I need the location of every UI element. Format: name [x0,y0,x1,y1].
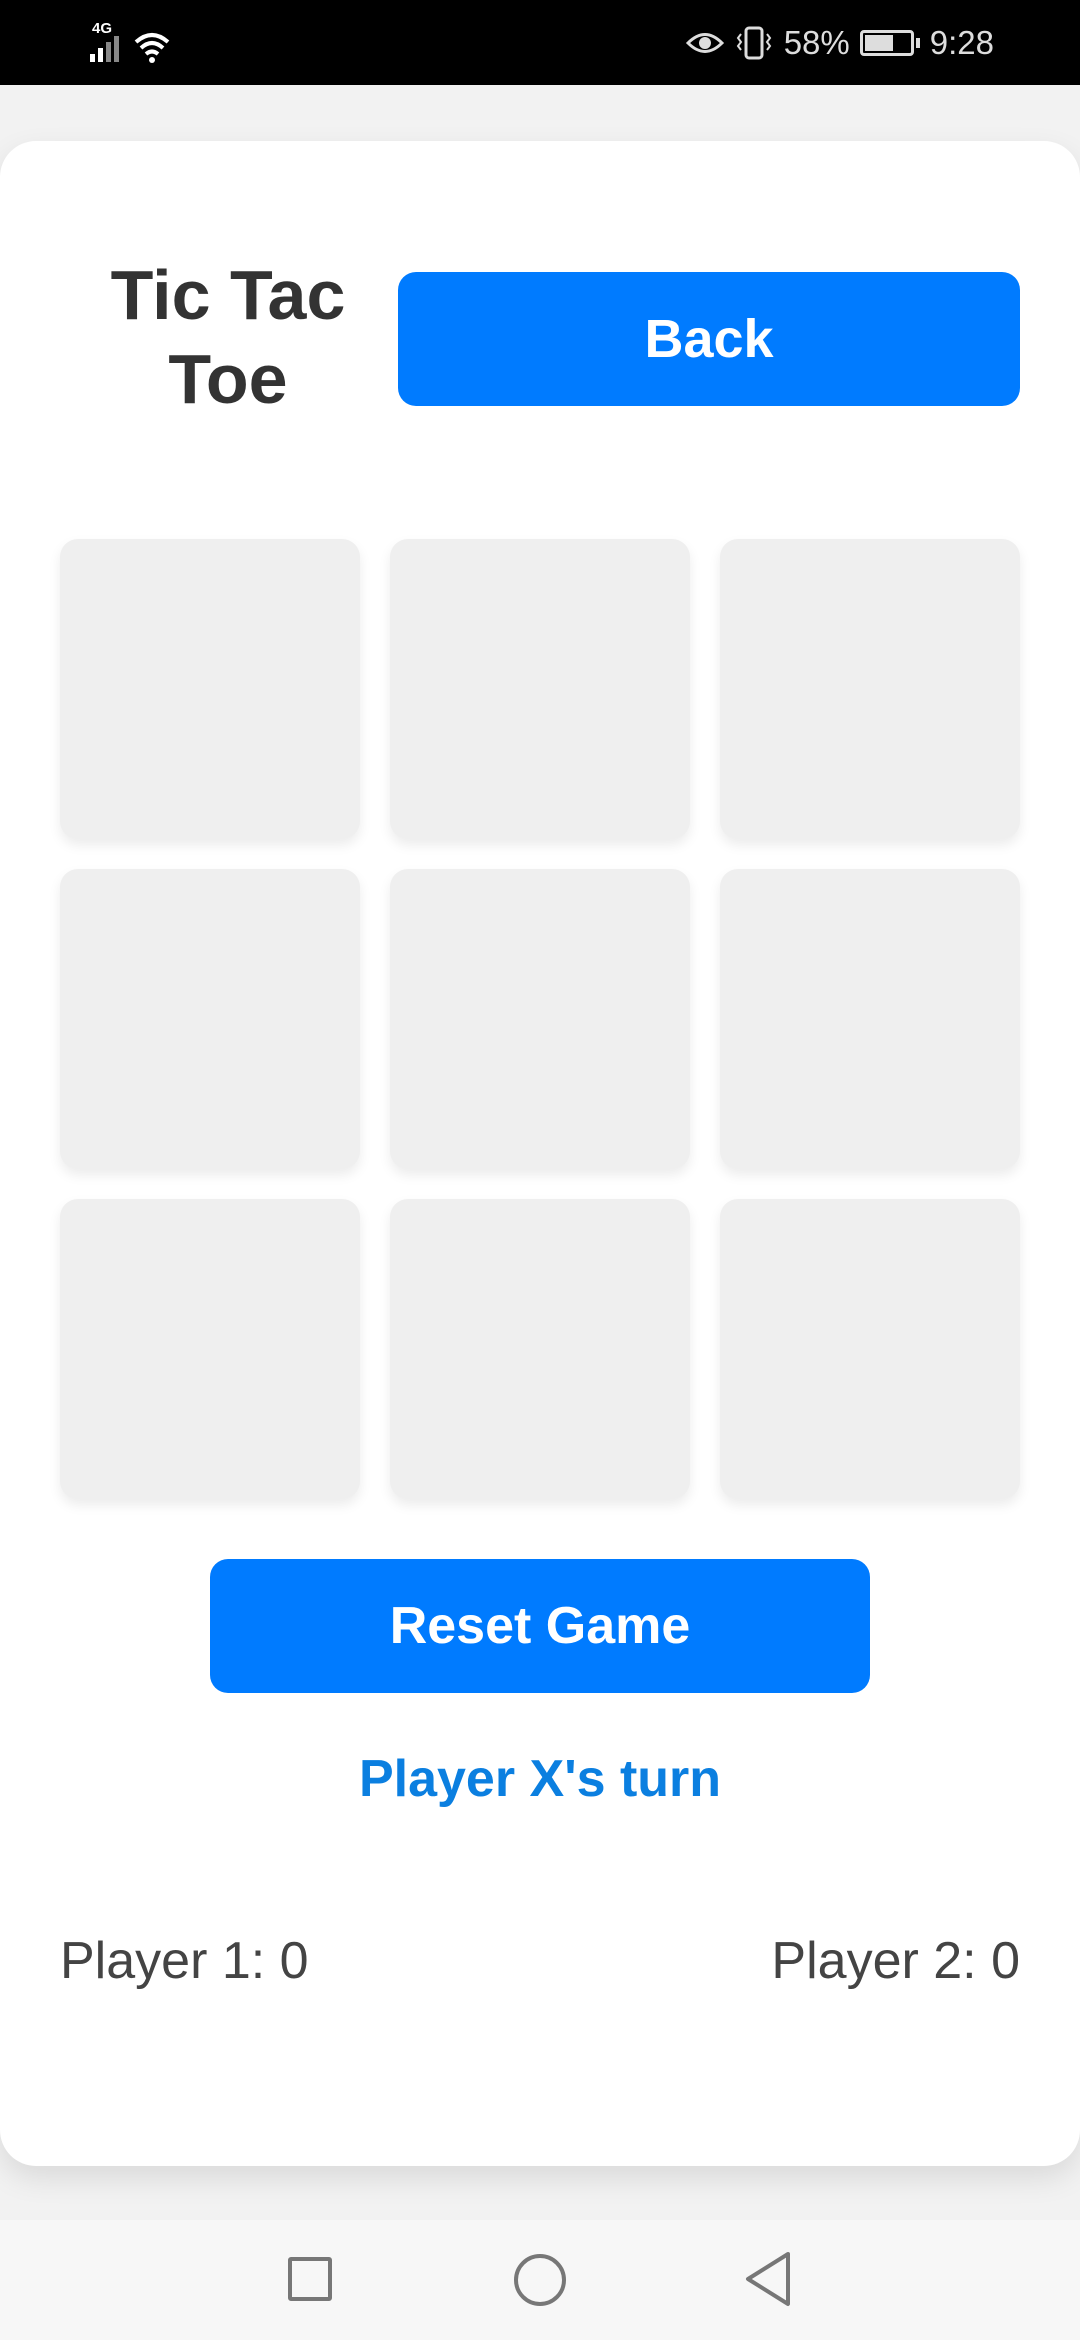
board-cell-2[interactable] [390,539,690,839]
board-cell-5[interactable] [390,869,690,1169]
vibrate-icon [736,26,771,60]
battery-fill [864,35,893,51]
home-icon[interactable] [514,2254,566,2306]
recent-apps-icon[interactable] [288,2257,332,2301]
status-right: 58% 9:28 [685,20,994,66]
battery-icon [859,30,914,56]
status-left: 4G [88,20,172,64]
battery-percent: 58% [783,24,850,61]
navigation-bar [0,2220,1080,2340]
back-button[interactable]: Back [398,272,1020,406]
turn-indicator: Player X's turn [358,1750,722,1808]
board-cell-1[interactable] [60,539,360,839]
game-card: Tic Tac Toe Back Reset Game Player X's t… [0,141,1080,2166]
board-cell-4[interactable] [60,869,360,1169]
wifi-icon [134,33,170,63]
network-type-label: 4G [92,20,113,37]
player-2-score: Player 2: 0 [771,1932,1020,1990]
status-bar: 4G 58% 9:28 [0,0,1080,85]
back-icon[interactable] [742,2250,794,2308]
board-cell-7[interactable] [60,1199,360,1499]
board-cell-8[interactable] [390,1199,690,1499]
board-cell-3[interactable] [720,539,1020,839]
reset-game-button[interactable]: Reset Game [210,1559,870,1693]
player-1-score: Player 1: 0 [60,1932,309,1990]
page-title: Tic Tac Toe [110,256,346,418]
board-cell-9[interactable] [720,1199,1020,1499]
clock: 9:28 [929,24,994,61]
battery-tip [915,38,920,48]
board-cell-6[interactable] [720,869,1020,1169]
eye-icon [685,33,724,53]
game-board [60,539,1020,1499]
